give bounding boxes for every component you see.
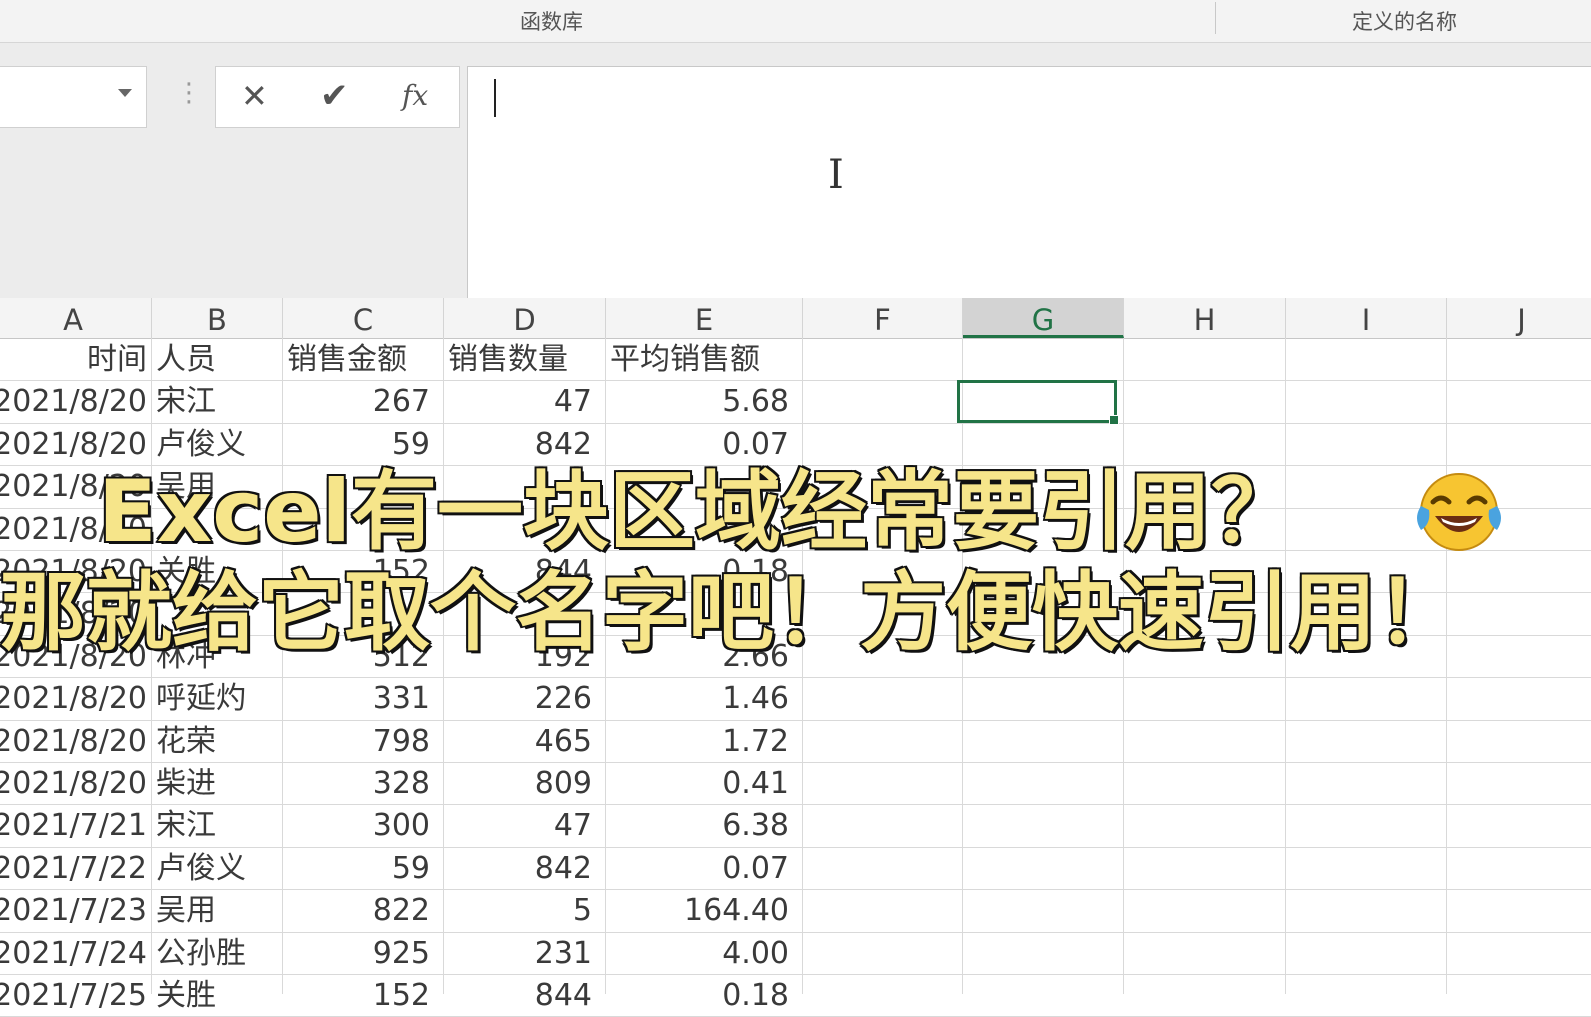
caption-line-1: Excel有一块区域经常要引用？ [96,461,1298,564]
table-cell[interactable]: 164.40 [606,889,789,931]
column-header-B[interactable]: B [152,298,283,338]
header-cell[interactable]: ‎时间‎ [0,338,147,380]
table-cell[interactable]: 152 [283,974,430,1016]
table-cell[interactable]: 465 [444,720,592,762]
column-header-G[interactable]: G [963,298,1124,338]
enter-check-icon[interactable]: ✔ [320,75,349,117]
table-cell[interactable]: ‎2021/8/20‎ [0,720,147,762]
table-cell[interactable]: 925 [283,932,430,974]
table-cell[interactable]: 卢俊义 [156,847,281,889]
table-cell[interactable]: ‎2021/8/20‎ [0,762,147,804]
table-cell[interactable]: ‎2021/7/24‎ [0,932,147,974]
tears-of-joy-emoji-icon [1417,473,1501,551]
table-cell[interactable]: 宋江 [156,804,281,846]
active-cell-G2[interactable] [957,380,1119,425]
table-cell[interactable]: 842 [444,423,592,465]
table-cell[interactable]: 59 [283,423,430,465]
table-cell[interactable]: 0.07 [606,847,789,889]
table-cell[interactable]: 226 [444,677,592,719]
gridline-vertical [1285,338,1286,994]
table-cell[interactable]: 0.18 [606,974,789,1016]
formula-bar: ⋮ ✕ ✔ fx I [0,43,1591,299]
table-cell[interactable]: 花荣 [156,720,281,762]
formula-input[interactable]: I [467,66,1591,299]
table-cell[interactable]: 47 [444,804,592,846]
table-cell[interactable]: ‎2021/7/22‎ [0,847,147,889]
table-cell[interactable]: 231 [444,932,592,974]
table-cell[interactable]: 842 [444,847,592,889]
table-cell[interactable]: ‎2021/7/25‎ [0,974,147,1016]
gridline-vertical [802,338,803,994]
fill-handle[interactable] [1109,415,1119,425]
table-cell[interactable]: 宋江 [156,380,281,422]
column-header-A[interactable]: A [0,298,152,338]
gridline-vertical [1123,338,1124,994]
table-cell[interactable]: 822 [283,889,430,931]
column-header-J[interactable]: J [1447,298,1591,338]
formula-buttons: ✕ ✔ fx [215,66,460,128]
table-cell[interactable]: 关胜 [156,974,281,1016]
defined-names-group-label: 定义的名称 [1352,10,1457,34]
gridline-vertical [1446,338,1447,994]
gridline-vertical [151,338,152,994]
gridline-vertical [962,338,963,994]
name-box[interactable] [0,66,147,128]
header-cell[interactable]: 销售数量 [448,338,604,380]
ribbon-group-labels: 函数库 定义的名称 [0,0,1591,43]
vertical-dots-icon[interactable]: ⋮ [176,80,202,106]
header-cell[interactable]: 销售金额 [287,338,442,380]
table-cell[interactable]: ‎2021/8/20‎ [0,423,147,465]
table-cell[interactable]: 呼延灼 [156,677,281,719]
table-cell[interactable]: ‎2021/8/20‎ [0,677,147,719]
group-separator [1215,2,1216,34]
table-cell[interactable]: 1.72 [606,720,789,762]
table-cell[interactable]: 4.00 [606,932,789,974]
insert-function-icon[interactable]: fx [402,75,428,117]
header-cell[interactable]: 平均销售额 [610,338,801,380]
cancel-icon[interactable]: ✕ [241,75,268,117]
header-cell[interactable]: 人员 [156,338,281,380]
function-library-group-label: 函数库 [520,10,583,34]
table-cell[interactable]: 300 [283,804,430,846]
table-cell[interactable]: 844 [444,974,592,1016]
table-cell[interactable]: 柴进 [156,762,281,804]
table-cell[interactable]: 267 [283,380,430,422]
chevron-down-icon[interactable] [118,89,132,97]
table-cell[interactable]: ‎2021/7/23‎ [0,889,147,931]
table-cell[interactable]: 5 [444,889,592,931]
text-caret [494,79,496,117]
table-cell[interactable]: 1.46 [606,677,789,719]
caption-line-2: 那就给它取个名字吧！方便快速引用！ [0,562,1464,665]
table-cell[interactable]: 0.07 [606,423,789,465]
table-cell[interactable]: ‎2021/8/20‎ [0,380,147,422]
table-cell[interactable]: 47 [444,380,592,422]
table-cell[interactable]: 328 [283,762,430,804]
ibeam-cursor-icon: I [828,152,844,198]
table-cell[interactable]: 798 [283,720,430,762]
column-headers: ABCDEFGHIJ [0,298,1591,339]
column-header-F[interactable]: F [803,298,963,338]
table-cell[interactable]: 公孙胜 [156,932,281,974]
table-cell[interactable]: 59 [283,847,430,889]
column-header-C[interactable]: C [283,298,444,338]
table-cell[interactable]: 6.38 [606,804,789,846]
table-cell[interactable]: 5.68 [606,380,789,422]
table-cell[interactable]: 吴用 [156,889,281,931]
table-cell[interactable]: 卢俊义 [156,423,281,465]
column-header-I[interactable]: I [1286,298,1447,338]
table-cell[interactable]: 331 [283,677,430,719]
column-header-E[interactable]: E [606,298,803,338]
column-header-D[interactable]: D [444,298,606,338]
column-header-H[interactable]: H [1124,298,1286,338]
table-cell[interactable]: 809 [444,762,592,804]
table-cell[interactable]: 0.41 [606,762,789,804]
table-cell[interactable]: ‎2021/7/21‎ [0,804,147,846]
